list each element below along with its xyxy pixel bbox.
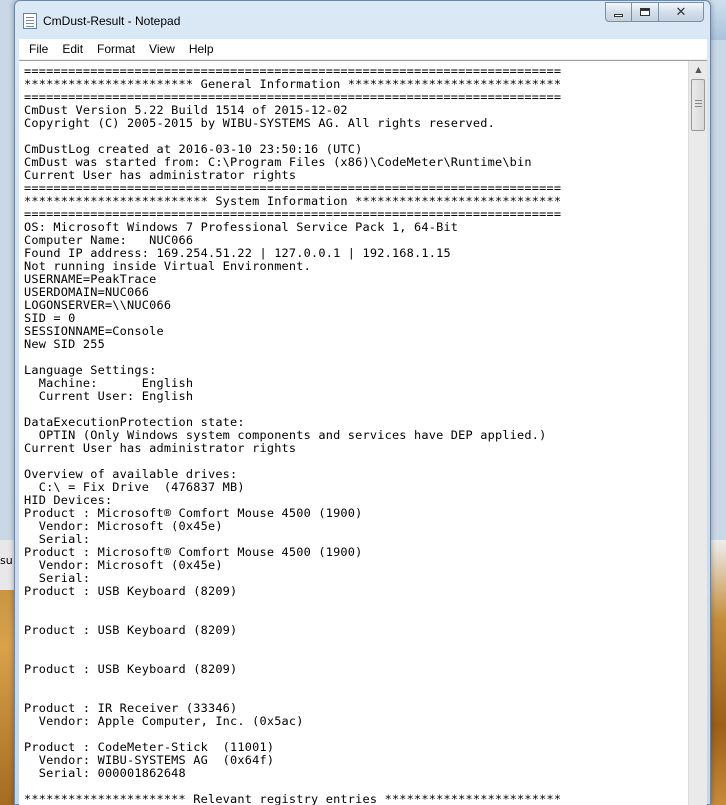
- maximize-icon: [640, 8, 650, 16]
- document-line[interactable]: CmDust Version 5.22 Build 1514 of 2015-1…: [24, 103, 348, 117]
- document-line[interactable]: Serial: 000001862648: [24, 766, 186, 780]
- document-line[interactable]: Copyright (C) 2005-2015 by WIBU-SYSTEMS …: [24, 116, 495, 130]
- document-line[interactable]: LOGONSERVER=\\NUC066: [24, 298, 171, 312]
- document-line[interactable]: ********************** Relevant registry…: [24, 792, 561, 805]
- document-line[interactable]: Product : IR Receiver (33346): [24, 701, 237, 715]
- scroll-up-icon[interactable]: ▲: [690, 61, 707, 78]
- vertical-scrollbar[interactable]: ▲: [688, 61, 707, 805]
- document-line[interactable]: Found IP address: 169.254.51.22 | 127.0.…: [24, 246, 451, 260]
- document-line[interactable]: Product : USB Keyboard (8209): [24, 623, 237, 637]
- document-line[interactable]: Product : CodeMeter-Stick (11001): [24, 740, 274, 754]
- close-button[interactable]: ✕: [659, 2, 704, 22]
- document-line[interactable]: Product : USB Keyboard (8209): [24, 584, 237, 598]
- window-title: CmDust-Result - Notepad: [43, 14, 181, 28]
- title-bar[interactable]: CmDust-Result - Notepad ✕: [15, 1, 710, 37]
- document-line[interactable]: Serial:: [24, 532, 90, 546]
- document-line[interactable]: CmDustLog created at 2016-03-10 23:50:16…: [24, 142, 363, 156]
- menu-bar: File Edit Format View Help: [19, 39, 707, 60]
- document-line[interactable]: *********************** General Informat…: [24, 77, 561, 91]
- maximize-button[interactable]: [632, 2, 659, 22]
- document-line[interactable]: Current User: English: [24, 389, 193, 403]
- notepad-window: CmDust-Result - Notepad ✕ File Edit Form…: [14, 0, 711, 805]
- background-window-text-fragment: su: [0, 540, 14, 590]
- document-line[interactable]: ========================================…: [24, 181, 561, 195]
- menu-help[interactable]: Help: [182, 42, 221, 56]
- menu-format[interactable]: Format: [90, 42, 142, 56]
- menu-view[interactable]: View: [142, 42, 182, 56]
- document-line[interactable]: Vendor: Microsoft (0x45e): [24, 519, 223, 533]
- document-line[interactable]: Vendor: Apple Computer, Inc. (0x5ac): [24, 714, 304, 728]
- background-window-fragment-right: [711, 540, 726, 805]
- document-line[interactable]: ========================================…: [24, 90, 561, 104]
- menu-edit[interactable]: Edit: [55, 42, 90, 56]
- document-line[interactable]: Overview of available drives:: [24, 467, 237, 481]
- document-line[interactable]: HID Devices:: [24, 493, 112, 507]
- document-line[interactable]: OS: Microsoft Windows 7 Professional Ser…: [24, 220, 458, 234]
- minimize-button[interactable]: [605, 2, 632, 22]
- document-line[interactable]: Not running inside Virtual Environment.: [24, 259, 311, 273]
- document-line[interactable]: ========================================…: [24, 207, 561, 221]
- notepad-icon[interactable]: [23, 13, 37, 29]
- document-line[interactable]: Vendor: WIBU-SYSTEMS AG (0x64f): [24, 753, 274, 767]
- document-line[interactable]: Product : USB Keyboard (8209): [24, 662, 237, 676]
- document-line[interactable]: Serial:: [24, 571, 90, 585]
- text-editor[interactable]: ========================================…: [19, 61, 688, 805]
- document-line[interactable]: OPTIN (Only Windows system components an…: [24, 428, 547, 442]
- document-line[interactable]: Current User has administrator rights: [24, 441, 296, 455]
- document-line[interactable]: CmDust was started from: C:\Program File…: [24, 155, 532, 169]
- document-line[interactable]: Product : Microsoft® Comfort Mouse 4500 …: [24, 545, 363, 559]
- document-line[interactable]: DataExecutionProtection state:: [24, 415, 245, 429]
- document-line[interactable]: ************************* System Informa…: [24, 194, 561, 208]
- document-line[interactable]: Vendor: Microsoft (0x45e): [24, 558, 223, 572]
- close-icon: ✕: [675, 4, 687, 20]
- document-line[interactable]: USERDOMAIN=NUC066: [24, 285, 149, 299]
- document-line[interactable]: Current User has administrator rights: [24, 168, 296, 182]
- document-line[interactable]: Product : Microsoft® Comfort Mouse 4500 …: [24, 506, 363, 520]
- caption-buttons: ✕: [605, 2, 704, 22]
- document-line[interactable]: C:\ = Fix Drive (476837 MB): [24, 480, 245, 494]
- document-line[interactable]: USERNAME=PeakTrace: [24, 272, 156, 286]
- client-area: ========================================…: [19, 60, 707, 805]
- scroll-thumb[interactable]: [691, 79, 705, 131]
- document-line[interactable]: SID = 0: [24, 311, 76, 325]
- document-line[interactable]: Computer Name: NUC066: [24, 233, 193, 247]
- document-line[interactable]: New SID 255: [24, 337, 105, 351]
- scroll-grip-icon: [695, 100, 702, 101]
- document-line[interactable]: SESSIONNAME=Console: [24, 324, 164, 338]
- document-text[interactable]: ========================================…: [24, 65, 688, 805]
- menu-file[interactable]: File: [19, 42, 55, 56]
- document-line[interactable]: ========================================…: [24, 64, 561, 78]
- minimize-icon: [614, 13, 623, 17]
- document-line[interactable]: Language Settings:: [24, 363, 156, 377]
- document-line[interactable]: Machine: English: [24, 376, 193, 390]
